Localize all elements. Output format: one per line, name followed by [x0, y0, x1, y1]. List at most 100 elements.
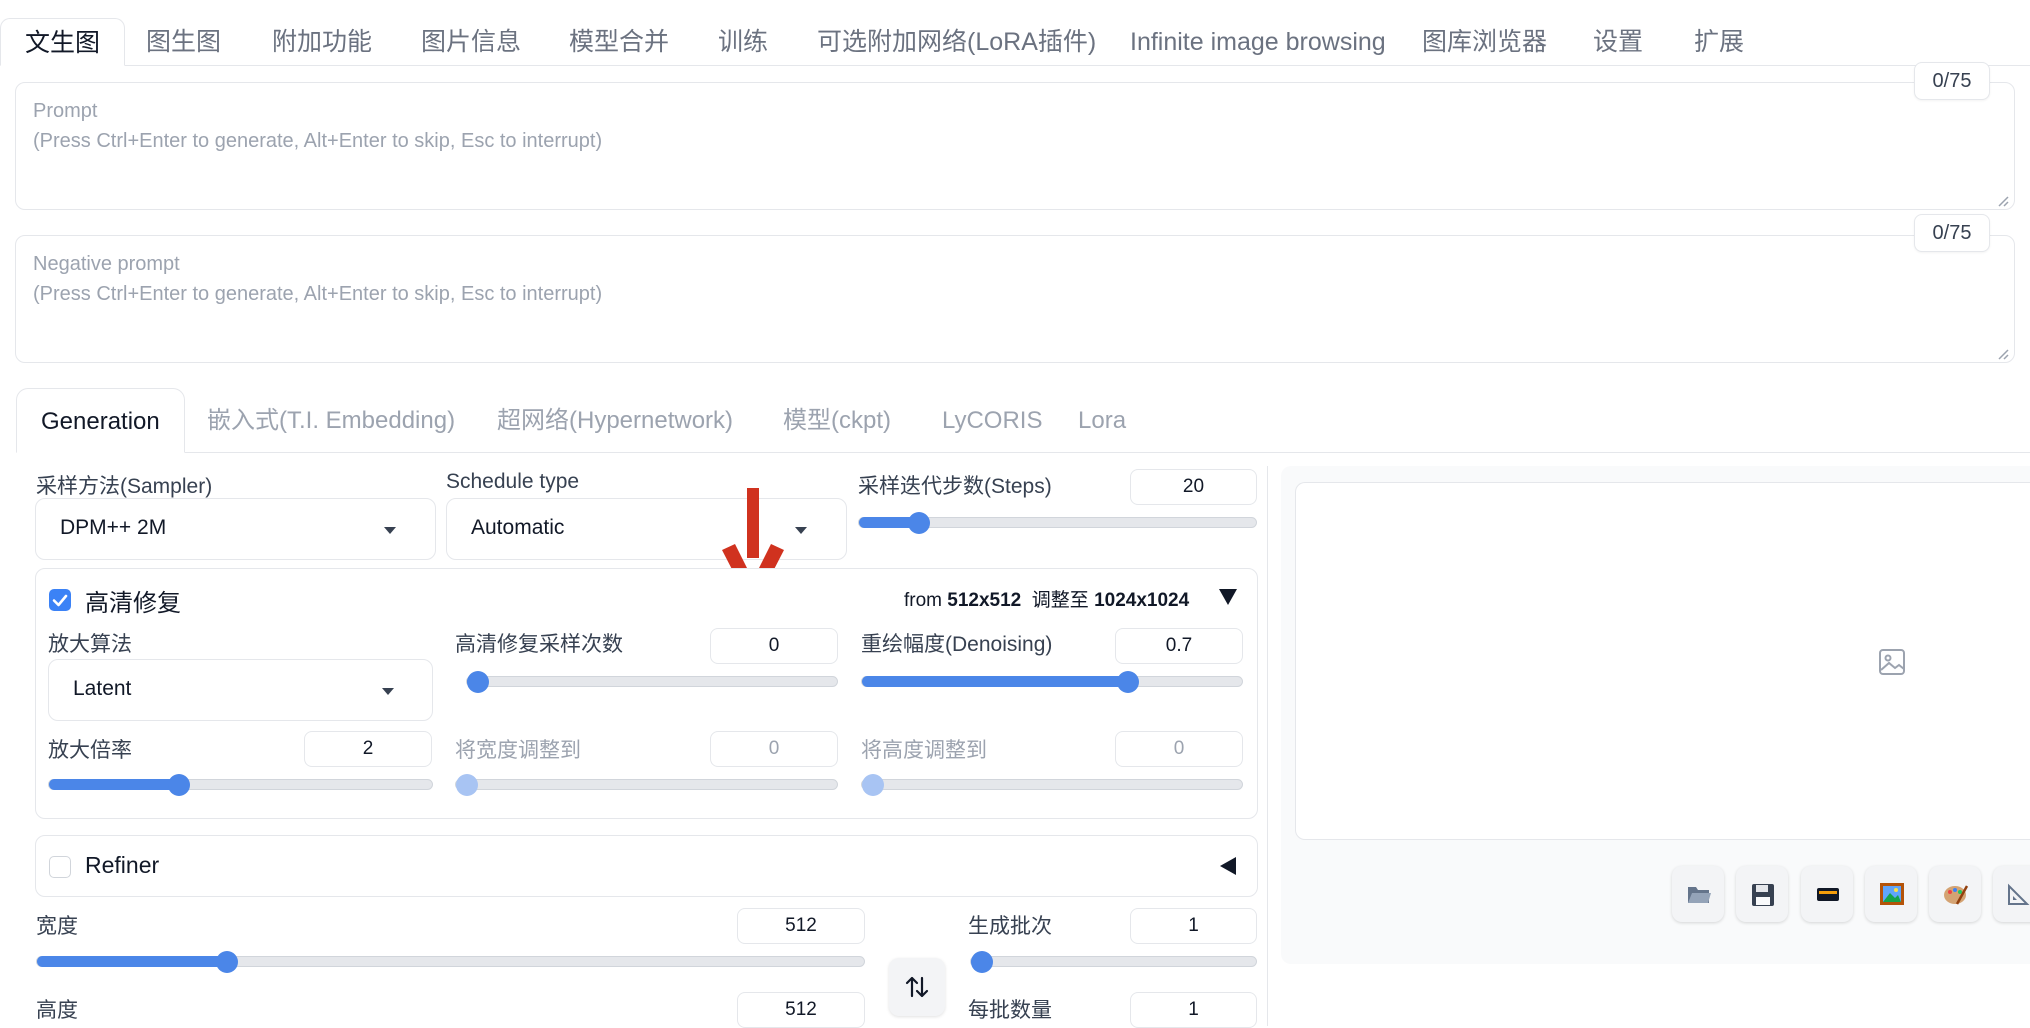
- picture-icon: [1880, 883, 1904, 905]
- hires-steps-slider[interactable]: [466, 671, 838, 693]
- width-slider[interactable]: [36, 951, 865, 973]
- refiner-panel: [35, 835, 1258, 897]
- hires-fix-summary: from 512x512 调整至 1024x1024: [904, 585, 1189, 612]
- schedule-type-label: Schedule type: [446, 470, 580, 493]
- upscale-by-label: 放大倍率: [48, 739, 132, 762]
- tab-extensions[interactable]: 扩展: [1670, 18, 1768, 66]
- hires-summary-from: from: [904, 590, 948, 611]
- batch-count-slider-thumb[interactable]: [971, 951, 993, 973]
- denoising-slider-thumb[interactable]: [1117, 671, 1139, 693]
- tab-txt2img[interactable]: 文生图: [0, 18, 126, 66]
- refiner-label: Refiner: [85, 852, 160, 878]
- tab-infinite-image-browsing[interactable]: Infinite image browsing: [1106, 18, 1410, 66]
- negative-prompt-token-counter: 0/75: [1914, 214, 1990, 252]
- swap-dimensions-button[interactable]: [889, 958, 945, 1016]
- chevron-down-icon: [382, 688, 394, 695]
- send-to-inpaint-button[interactable]: [1929, 866, 1981, 922]
- tab-ti-embedding[interactable]: 嵌入式(T.I. Embedding): [183, 388, 479, 453]
- denoising-input[interactable]: 0.7: [1115, 628, 1243, 664]
- output-image-area: [1295, 482, 2030, 840]
- resize-height-slider[interactable]: [861, 774, 1243, 796]
- tab-image-browser[interactable]: 图库浏览器: [1398, 18, 1571, 66]
- hires-steps-slider-thumb[interactable]: [467, 671, 489, 693]
- tab-lora[interactable]: Lora: [1054, 388, 1150, 453]
- resize-width-label: 将宽度调整到: [455, 739, 581, 762]
- zip-button[interactable]: [1801, 866, 1853, 922]
- batch-count-slider[interactable]: [970, 951, 1257, 973]
- negative-prompt-placeholder-hint: (Press Ctrl+Enter to generate, Alt+Enter…: [33, 283, 603, 305]
- resize-height-label: 将高度调整到: [861, 739, 987, 762]
- steps-slider[interactable]: [858, 512, 1257, 534]
- upscaler-value: Latent: [73, 677, 132, 700]
- save-button[interactable]: [1736, 866, 1788, 922]
- refiner-checkbox[interactable]: [49, 856, 71, 878]
- prompt-placeholder-label: Prompt: [33, 100, 98, 122]
- batch-size-label: 每批数量: [968, 999, 1052, 1022]
- schedule-type-dropdown[interactable]: Automatic: [446, 498, 847, 560]
- upscaler-dropdown[interactable]: Latent: [48, 659, 433, 721]
- swap-arrows-icon: [905, 976, 929, 998]
- tab-extras[interactable]: 附加功能: [248, 18, 396, 66]
- tab-settings[interactable]: 设置: [1569, 18, 1667, 66]
- tab-generation[interactable]: Generation: [16, 388, 185, 453]
- resize-width-input[interactable]: 0: [710, 731, 838, 767]
- resize-height-input[interactable]: 0: [1115, 731, 1243, 767]
- send-to-extras-button[interactable]: [1993, 866, 2030, 922]
- upscaler-label: 放大算法: [48, 633, 132, 656]
- hires-summary-to-size: 1024x1024: [1094, 590, 1190, 611]
- column-divider: [1267, 466, 1268, 1026]
- resize-width-slider[interactable]: [455, 774, 838, 796]
- hires-steps-label: 高清修复采样次数: [455, 633, 623, 656]
- upscale-by-slider[interactable]: [48, 774, 433, 796]
- resize-width-slider-thumb[interactable]: [456, 774, 478, 796]
- collapse-triangle-icon[interactable]: [1219, 589, 1237, 605]
- expand-triangle-icon[interactable]: [1220, 857, 1236, 875]
- tab-img2img[interactable]: 图生图: [122, 18, 245, 66]
- tab-hypernetwork[interactable]: 超网络(Hypernetwork): [473, 388, 757, 453]
- tab-ckpt[interactable]: 模型(ckpt): [759, 388, 915, 453]
- steps-slider-thumb[interactable]: [907, 512, 930, 534]
- batch-count-input[interactable]: 1: [1130, 908, 1257, 944]
- steps-input[interactable]: 20: [1130, 469, 1257, 505]
- hires-steps-input[interactable]: 0: [710, 628, 838, 664]
- save-icon: [1752, 884, 1774, 906]
- schedule-type-value: Automatic: [471, 516, 565, 539]
- sampler-value: DPM++ 2M: [60, 516, 167, 539]
- open-folder-button[interactable]: [1672, 866, 1724, 922]
- denoising-slider[interactable]: [861, 671, 1243, 693]
- tab-png-info[interactable]: 图片信息: [397, 18, 545, 66]
- width-input[interactable]: 512: [737, 908, 865, 944]
- sampler-dropdown[interactable]: DPM++ 2M: [35, 498, 436, 560]
- palette-icon: [1944, 885, 1969, 905]
- width-slider-fill: [37, 956, 228, 967]
- tab-additional-networks[interactable]: 可选附加网络(LoRA插件): [793, 18, 1120, 66]
- image-icon: [1879, 649, 1905, 675]
- ruler-icon: [2008, 883, 2030, 905]
- batch-size-input[interactable]: 1: [1130, 992, 1257, 1028]
- chevron-down-icon: [795, 527, 807, 534]
- prompt-placeholder-hint: (Press Ctrl+Enter to generate, Alt+Enter…: [33, 130, 603, 152]
- chevron-down-icon: [384, 527, 396, 534]
- checkmark-icon: [52, 594, 68, 607]
- resize-handle-icon[interactable]: [1995, 193, 2009, 207]
- resize-handle-icon[interactable]: [1995, 346, 2009, 360]
- send-to-img2img-button[interactable]: [1865, 866, 1917, 922]
- tab-train[interactable]: 训练: [694, 18, 792, 66]
- upscale-by-input[interactable]: 2: [304, 731, 432, 767]
- hires-fix-checkbox[interactable]: [49, 589, 71, 611]
- upscale-by-slider-fill: [49, 779, 180, 790]
- prompt-token-counter: 0/75: [1914, 62, 1990, 100]
- hires-fix-title: 高清修复: [85, 590, 181, 617]
- batch-count-label: 生成批次: [968, 915, 1052, 938]
- denoising-label: 重绘幅度(Denoising): [861, 633, 1053, 656]
- negative-prompt-placeholder-label: Negative prompt: [33, 253, 180, 275]
- height-input[interactable]: 512: [737, 992, 865, 1028]
- width-label: 宽度: [36, 915, 78, 938]
- zip-icon: [1817, 888, 1839, 901]
- sampler-label: 采样方法(Sampler): [36, 475, 213, 498]
- width-slider-thumb[interactable]: [216, 951, 239, 973]
- tab-lycoris[interactable]: LyCORIS: [918, 388, 1066, 453]
- folder-icon: [1688, 887, 1711, 903]
- resize-height-slider-thumb[interactable]: [862, 774, 884, 796]
- tab-checkpoint-merger[interactable]: 模型合并: [545, 18, 693, 66]
